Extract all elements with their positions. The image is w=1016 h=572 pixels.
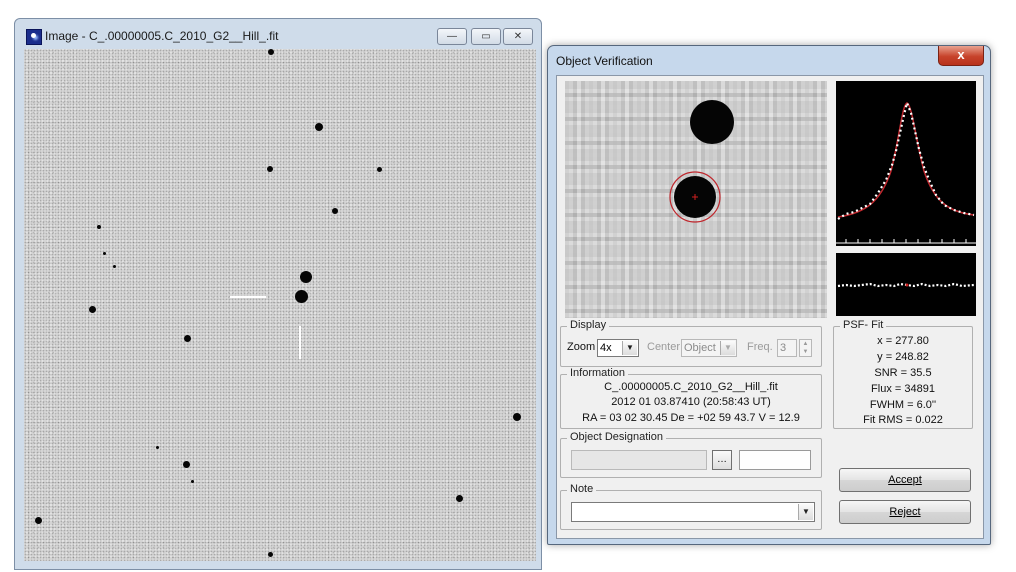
image-window-title: Image - C_.00000005.C_2010_G2__Hill_.fit — [45, 29, 279, 43]
zoom-select[interactable]: 4x ▼ — [597, 339, 639, 357]
psf-data-points — [837, 99, 975, 220]
star — [268, 49, 274, 55]
star — [183, 461, 190, 468]
freq-spinner[interactable]: ▲ ▼ — [799, 339, 812, 357]
maximize-button[interactable]: ▭ — [471, 28, 501, 45]
app-icon — [26, 29, 42, 45]
dialog-body: Display Zoom 4x ▼ Center Object ▼ Freq. … — [556, 75, 984, 539]
psf-flux: Flux = 34891 — [871, 383, 935, 395]
dropdown-arrow-icon[interactable]: ▼ — [622, 341, 637, 355]
info-coordinates: RA = 03 02 30.45 De = +02 59 43.7 V = 12… — [582, 412, 800, 424]
psf-residual-svg — [837, 282, 975, 288]
object-designation-input[interactable] — [571, 450, 707, 470]
psf-residual-plot — [836, 253, 976, 316]
star — [456, 495, 463, 502]
dialog-close-button[interactable]: x — [938, 46, 984, 66]
star — [315, 123, 323, 131]
spin-down-icon[interactable]: ▼ — [800, 348, 811, 356]
info-filename: C_.00000005.C_2010_G2__Hill_.fit — [604, 381, 778, 393]
astronomical-image[interactable] — [24, 49, 536, 561]
star — [35, 517, 42, 524]
psf-profile-plot — [836, 81, 976, 246]
object-designation-group: Object Designation … — [560, 431, 822, 478]
image-window: Image - C_.00000005.C_2010_G2__Hill_.fit… — [14, 18, 542, 570]
reject-label: Reject — [889, 506, 921, 518]
object-designation-extra-input[interactable] — [739, 450, 811, 470]
star — [184, 335, 191, 342]
vertical-marker — [299, 326, 301, 359]
star — [268, 552, 273, 557]
horizontal-marker — [230, 296, 266, 298]
accept-button[interactable]: Accept — [839, 468, 971, 492]
psf-fwhm: FWHM = 6.0'' — [869, 399, 937, 411]
note-select[interactable]: ▼ — [571, 502, 815, 522]
browse-icon[interactable]: … — [712, 450, 732, 470]
star — [97, 225, 101, 229]
psf-x: x = 277.80 — [877, 335, 929, 347]
comet-target — [300, 271, 312, 283]
star — [377, 167, 382, 172]
psf-snr: SNR = 35.5 — [874, 367, 932, 379]
star — [513, 413, 521, 421]
dropdown-arrow-icon[interactable]: ▼ — [720, 341, 735, 355]
zoomed-object-svg — [669, 100, 734, 223]
psf-fit-rms: Fit RMS = 0.022 — [863, 414, 943, 426]
reject-button[interactable]: Reject — [839, 500, 971, 524]
psf-fit-group-label: PSF- Fit — [840, 319, 887, 331]
residual-center-dot — [905, 283, 909, 287]
display-group-label: Display — [567, 319, 610, 331]
star — [156, 446, 159, 449]
note-group-label: Note — [567, 483, 597, 495]
image-window-titlebar[interactable]: Image - C_.00000005.C_2010_G2__Hill_.fit… — [15, 19, 541, 49]
star — [332, 208, 338, 214]
star — [89, 306, 96, 313]
object-verification-dialog: Object Verification x Display Zoom 4x ▼ … — [547, 45, 991, 545]
psf-fit-curve — [837, 102, 975, 218]
psf-profile-svg — [836, 99, 976, 244]
star — [103, 252, 106, 255]
zoom-value: 4x — [600, 342, 612, 354]
object-designation-label: Object Designation — [567, 431, 666, 443]
accept-label: Accept — [888, 474, 922, 486]
zoom-label: Zoom — [567, 341, 596, 353]
display-group: Display Zoom 4x ▼ Center Object ▼ Freq. … — [560, 319, 822, 367]
close-button[interactable]: ✕ — [503, 28, 533, 45]
center-label: Center — [647, 341, 681, 353]
info-date: 2012 01 03.87410 (20:58:43 UT) — [611, 396, 771, 408]
center-value: Object — [684, 342, 716, 354]
zoomed-object-view[interactable] — [565, 81, 827, 318]
psf-y: y = 248.82 — [877, 351, 929, 363]
freq-input[interactable]: 3 — [777, 339, 797, 357]
star — [267, 166, 273, 172]
psf-fit-group: PSF- Fit x = 277.80 y = 248.82 SNR = 35.… — [833, 319, 973, 429]
spin-up-icon[interactable]: ▲ — [800, 340, 811, 348]
star — [191, 480, 194, 483]
center-select[interactable]: Object ▼ — [681, 339, 737, 357]
star — [113, 265, 116, 268]
minimize-button[interactable]: — — [437, 28, 467, 45]
neighbor-star — [690, 100, 734, 144]
freq-label: Freq. — [747, 341, 773, 353]
information-group-label: Information — [567, 367, 629, 379]
dialog-title: Object Verification — [556, 54, 653, 68]
dropdown-arrow-icon[interactable]: ▼ — [798, 504, 813, 520]
information-group: Information C_.00000005.C_2010_G2__Hill_… — [560, 367, 822, 429]
star — [295, 290, 308, 303]
note-group: Note ▼ — [560, 483, 822, 530]
psf-axis-ticks — [845, 239, 967, 243]
